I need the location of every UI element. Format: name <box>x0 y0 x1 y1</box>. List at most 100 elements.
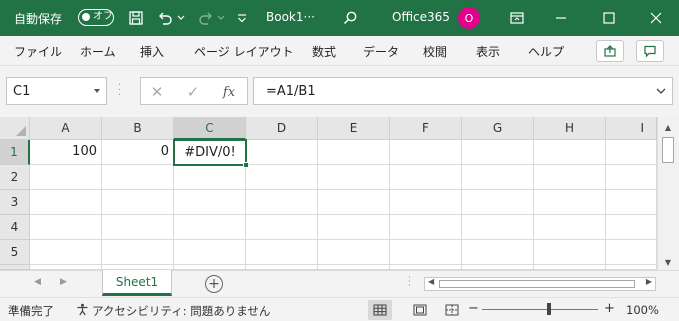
tab-home[interactable]: ホーム <box>80 43 116 60</box>
cell-h1[interactable] <box>534 140 606 165</box>
cell-d1[interactable] <box>246 140 318 165</box>
cell-h4[interactable] <box>534 215 606 240</box>
cell-e1[interactable] <box>318 140 390 165</box>
cell-e3[interactable] <box>318 190 390 215</box>
row-header-3[interactable]: 3 <box>0 190 30 215</box>
horizontal-scroll-thumb[interactable] <box>439 280 635 288</box>
cell-a4[interactable] <box>30 215 102 240</box>
zoom-out-button[interactable]: − <box>468 301 479 316</box>
scroll-down-icon[interactable]: ▼ <box>661 255 675 269</box>
worksheet-grid[interactable]: A B C D E F G H I 1 2 3 4 5 100 0 #DIV/0… <box>0 117 679 270</box>
vertical-scrollbar[interactable]: ▲ ▼ <box>657 117 679 270</box>
cell-i5[interactable] <box>606 240 657 265</box>
next-sheet-icon[interactable]: ▶ <box>60 277 67 287</box>
cell-b5[interactable] <box>102 240 174 265</box>
cell-h5[interactable] <box>534 240 606 265</box>
column-header-c[interactable]: C <box>174 117 246 140</box>
chevron-down-icon[interactable] <box>94 89 100 93</box>
insert-function-icon[interactable]: fx <box>219 82 239 102</box>
cancel-icon[interactable]: ✕ <box>147 82 167 102</box>
cell-a5[interactable] <box>30 240 102 265</box>
cell-c3[interactable] <box>174 190 246 215</box>
zoom-slider-thumb[interactable] <box>547 303 551 315</box>
redo-dropdown-icon[interactable] <box>215 6 227 30</box>
cell-i4[interactable] <box>606 215 657 240</box>
accessibility-icon[interactable] <box>76 303 89 316</box>
cell-a1[interactable]: 100 <box>30 140 102 165</box>
cell-a3[interactable] <box>30 190 102 215</box>
row-header-2[interactable]: 2 <box>0 165 30 190</box>
column-header-a[interactable]: A <box>30 117 102 140</box>
zoom-level[interactable]: 100% <box>626 303 659 317</box>
tab-view[interactable]: 表示 <box>476 43 500 60</box>
cell-g3[interactable] <box>462 190 534 215</box>
column-header-e[interactable]: E <box>318 117 390 140</box>
formula-input[interactable]: =A1/B1 <box>253 77 673 105</box>
column-header-g[interactable]: G <box>462 117 534 140</box>
cell-e2[interactable] <box>318 165 390 190</box>
page-break-view-button[interactable] <box>440 300 464 320</box>
cell-g4[interactable] <box>462 215 534 240</box>
zoom-in-button[interactable]: + <box>604 301 615 316</box>
cell-b4[interactable] <box>102 215 174 240</box>
customize-toolbar-icon[interactable] <box>230 6 254 30</box>
cell-f4[interactable] <box>390 215 462 240</box>
maximize-icon[interactable] <box>597 6 621 30</box>
autosave-toggle[interactable]: オフ <box>78 9 114 26</box>
undo-icon[interactable] <box>153 6 177 30</box>
column-header-h[interactable]: H <box>534 117 606 140</box>
cell-c2[interactable] <box>174 165 246 190</box>
undo-dropdown-icon[interactable] <box>175 6 187 30</box>
scroll-left-icon[interactable]: ◀ <box>428 277 434 286</box>
cell-e5[interactable] <box>318 240 390 265</box>
tab-insert[interactable]: 挿入 <box>140 43 164 60</box>
tab-data[interactable]: データ <box>363 43 399 60</box>
cell-h3[interactable] <box>534 190 606 215</box>
cell-a2[interactable] <box>30 165 102 190</box>
fill-handle[interactable] <box>243 162 249 168</box>
tab-help[interactable]: ヘルプ <box>528 43 564 60</box>
vertical-scroll-thumb[interactable] <box>662 137 674 163</box>
cell-i1[interactable] <box>606 140 657 165</box>
cell-c5[interactable] <box>174 240 246 265</box>
cell-i2[interactable] <box>606 165 657 190</box>
tab-file[interactable]: ファイル <box>14 43 62 60</box>
cell-d5[interactable] <box>246 240 318 265</box>
cell-b3[interactable] <box>102 190 174 215</box>
cell-b2[interactable] <box>102 165 174 190</box>
cell-d2[interactable] <box>246 165 318 190</box>
save-icon[interactable] <box>124 6 148 30</box>
cell-f3[interactable] <box>390 190 462 215</box>
cell-c4[interactable] <box>174 215 246 240</box>
search-icon[interactable] <box>338 6 362 30</box>
normal-view-button[interactable] <box>368 300 392 320</box>
tab-review[interactable]: 校閲 <box>423 43 447 60</box>
row-header-1[interactable]: 1 <box>0 140 30 165</box>
page-layout-view-button[interactable] <box>408 300 432 320</box>
cell-f5[interactable] <box>390 240 462 265</box>
tab-splitter-icon[interactable]: · · · <box>408 274 411 291</box>
cell-e4[interactable] <box>318 215 390 240</box>
column-header-i[interactable]: I <box>606 117 657 140</box>
cell-c1[interactable]: #DIV/0! <box>173 139 247 166</box>
cell-g2[interactable] <box>462 165 534 190</box>
cell-f2[interactable] <box>390 165 462 190</box>
minimize-icon[interactable] <box>549 6 573 30</box>
scroll-right-icon[interactable]: ▶ <box>646 277 652 286</box>
tab-page-layout[interactable]: ページ レイアウト <box>194 43 294 60</box>
select-all-button[interactable] <box>0 117 30 140</box>
column-header-f[interactable]: F <box>390 117 462 140</box>
enter-check-icon[interactable]: ✓ <box>183 82 203 102</box>
more-options-icon[interactable]: · · · <box>118 81 121 101</box>
row-header-4[interactable]: 4 <box>0 215 30 240</box>
accessibility-status[interactable]: アクセシビリティ: 問題ありません <box>92 303 270 319</box>
tab-formulas[interactable]: 数式 <box>312 43 336 60</box>
cell-g1[interactable] <box>462 140 534 165</box>
sheet-tab-sheet1[interactable]: Sheet1 <box>102 270 172 296</box>
cell-d4[interactable] <box>246 215 318 240</box>
comments-button[interactable] <box>636 40 664 62</box>
cell-i3[interactable] <box>606 190 657 215</box>
expand-formula-bar-icon[interactable] <box>656 86 666 96</box>
scroll-up-icon[interactable]: ▲ <box>661 120 675 134</box>
cell-d3[interactable] <box>246 190 318 215</box>
